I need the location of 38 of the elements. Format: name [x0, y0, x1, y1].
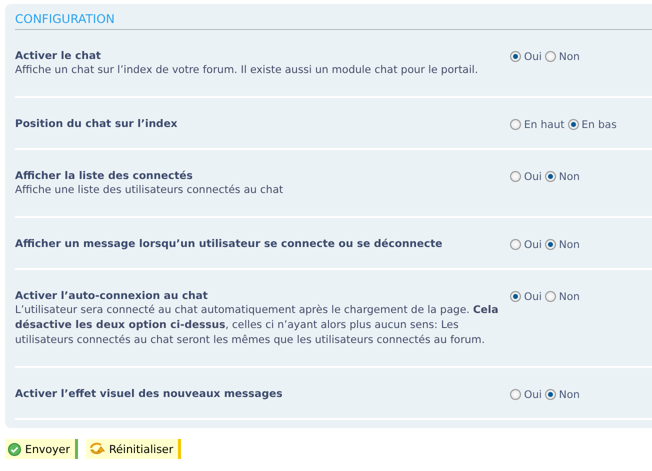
section-title: CONFIGURATION [15, 11, 652, 30]
radio-button[interactable] [510, 51, 521, 62]
setting-description: Affiche une liste des utilisateurs connectés au chat [15, 183, 284, 198]
submit-button[interactable]: Envoyer [5, 439, 78, 459]
option-label[interactable]: Non [558, 388, 580, 400]
option-label[interactable]: En haut [524, 118, 564, 130]
option-label[interactable]: Non [558, 238, 580, 250]
radio-button[interactable] [510, 239, 521, 250]
setting-label: Afficher un message lorsqu’un utilisateur se connecte ou se déconnecte [15, 238, 444, 250]
setting-label: Activer l’effet visuel des nouveaux messages [15, 388, 284, 400]
option-label[interactable]: Non [558, 50, 580, 62]
option-label[interactable]: Non [558, 290, 580, 302]
setting-label: Activer l’auto-connexion au chat [15, 290, 209, 302]
radio-button[interactable] [544, 51, 556, 62]
radio-button[interactable] [544, 389, 556, 400]
setting-label: Activer le chat [15, 50, 102, 62]
radio-button[interactable] [544, 171, 556, 182]
setting-label: Position du chat sur l’index [15, 118, 178, 130]
radio-button[interactable] [510, 291, 521, 302]
radio-button[interactable] [510, 389, 521, 400]
setting-label: Afficher la liste des connectés [15, 170, 194, 182]
option-label[interactable]: Oui [524, 238, 542, 250]
radio-button[interactable] [510, 119, 521, 130]
option-label[interactable]: Oui [524, 170, 542, 182]
check-icon [8, 442, 21, 456]
radio-button[interactable] [544, 239, 556, 250]
setting-description: Affiche un chat sur l’index de votre forum. Il existe aussi un module chat pour le portail. [15, 63, 480, 78]
option-label[interactable]: Oui [524, 50, 542, 62]
option-label[interactable]: En bas [582, 118, 617, 130]
option-label[interactable]: Oui [524, 290, 542, 302]
option-label[interactable]: Oui [524, 388, 542, 400]
option-label[interactable]: Non [558, 170, 580, 182]
radio-button[interactable] [510, 171, 521, 182]
setting-description: L’utilisateur sera connecté au chat automatiquement après le chargement de la page. Cela désactive les deux option ci-dessus, celles ci n’ayant alors plus aucun sens: Les utilisateurs connectés au chat seront les mêmes que les utilisateurs connectés au forum. [15, 303, 500, 348]
reset-button[interactable]: Réinitialiser [86, 439, 182, 459]
radio-button[interactable] [544, 291, 556, 302]
refresh-icon [88, 442, 105, 456]
radio-button[interactable] [568, 119, 578, 130]
